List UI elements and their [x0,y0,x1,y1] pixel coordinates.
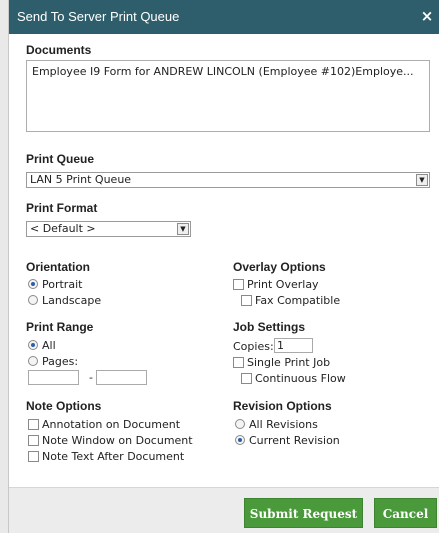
close-icon[interactable]: × [418,7,436,25]
single-print-job-label: Single Print Job [247,356,331,369]
print-queue-select[interactable]: LAN 5 Print Queue ▼ [26,172,430,188]
overlay-options-label: Overlay Options [233,260,326,274]
cancel-button[interactable]: Cancel [374,498,437,528]
note-window-on-document-option[interactable]: Note Window on Document [28,434,193,447]
print-overlay-checkbox[interactable] [233,279,244,290]
note-text-after-document-label: Note Text After Document [42,450,185,463]
current-revision-option[interactable]: Current Revision [235,434,340,447]
pages-label: Pages: [42,355,79,368]
dialog-title: Send To Server Print Queue [17,9,180,24]
fax-compatible-label: Fax Compatible [255,294,341,307]
pages-radio[interactable] [28,356,38,366]
revision-options-label: Revision Options [233,399,332,413]
landscape-radio[interactable] [28,295,38,305]
fax-compatible-option[interactable]: Fax Compatible [241,294,340,307]
chevron-down-icon[interactable]: ▼ [177,223,189,235]
documents-list[interactable]: Employee I9 Form for ANDREW LINCOLN (Emp… [26,60,430,132]
print-range-all-option[interactable]: All [28,339,56,352]
continuous-flow-option[interactable]: Continuous Flow [241,372,346,385]
orientation-landscape-option[interactable]: Landscape [28,294,101,307]
continuous-flow-checkbox[interactable] [241,373,252,384]
orientation-portrait-option[interactable]: Portrait [28,278,82,291]
note-window-on-document-checkbox[interactable] [28,435,39,446]
print-format-value: < Default > [30,222,96,235]
current-revision-label: Current Revision [249,434,340,447]
print-queue-label: Print Queue [26,152,95,166]
landscape-label: Landscape [42,294,102,307]
copies-label: Copies: [233,340,274,353]
orientation-label: Orientation [26,260,91,274]
print-format-select[interactable]: < Default > ▼ [26,221,191,237]
print-overlay-option[interactable]: Print Overlay [233,278,319,291]
copies-input[interactable]: 1 [274,338,313,353]
fax-compatible-checkbox[interactable] [241,295,252,306]
dialog-titlebar[interactable]: Send To Server Print Queue × [9,0,439,34]
all-revisions-radio[interactable] [235,419,245,429]
all-revisions-option[interactable]: All Revisions [235,418,318,431]
print-queue-value: LAN 5 Print Queue [30,173,132,186]
print-range-pages-option[interactable]: Pages: [28,355,78,368]
all-radio[interactable] [28,340,38,350]
pages-range-separator: - [89,371,93,384]
chevron-down-icon[interactable]: ▼ [416,174,428,186]
annotation-on-document-option[interactable]: Annotation on Document [28,418,180,431]
annotation-on-document-checkbox[interactable] [28,419,39,430]
portrait-radio[interactable] [28,279,38,289]
note-options-label: Note Options [26,399,102,413]
print-range-label: Print Range [26,320,94,334]
dialog-footer: Submit Request Cancel [9,487,439,533]
job-settings-label: Job Settings [233,320,306,334]
all-label: All [42,339,56,352]
single-print-job-option[interactable]: Single Print Job [233,356,330,369]
note-window-on-document-label: Note Window on Document [42,434,193,447]
note-text-after-document-option[interactable]: Note Text After Document [28,450,184,463]
pages-from-input[interactable] [28,370,79,385]
single-print-job-checkbox[interactable] [233,357,244,368]
annotation-on-document-label: Annotation on Document [42,418,181,431]
all-revisions-label: All Revisions [249,418,318,431]
documents-label: Documents [26,43,92,57]
continuous-flow-label: Continuous Flow [255,372,346,385]
send-to-server-print-queue-dialog: Send To Server Print Queue × Documents E… [8,0,439,533]
print-overlay-label: Print Overlay [247,278,319,291]
note-text-after-document-checkbox[interactable] [28,451,39,462]
portrait-label: Portrait [42,278,83,291]
print-format-label: Print Format [26,201,98,215]
submit-request-button[interactable]: Submit Request [244,498,363,528]
current-revision-radio[interactable] [235,435,245,445]
pages-to-input[interactable] [96,370,147,385]
